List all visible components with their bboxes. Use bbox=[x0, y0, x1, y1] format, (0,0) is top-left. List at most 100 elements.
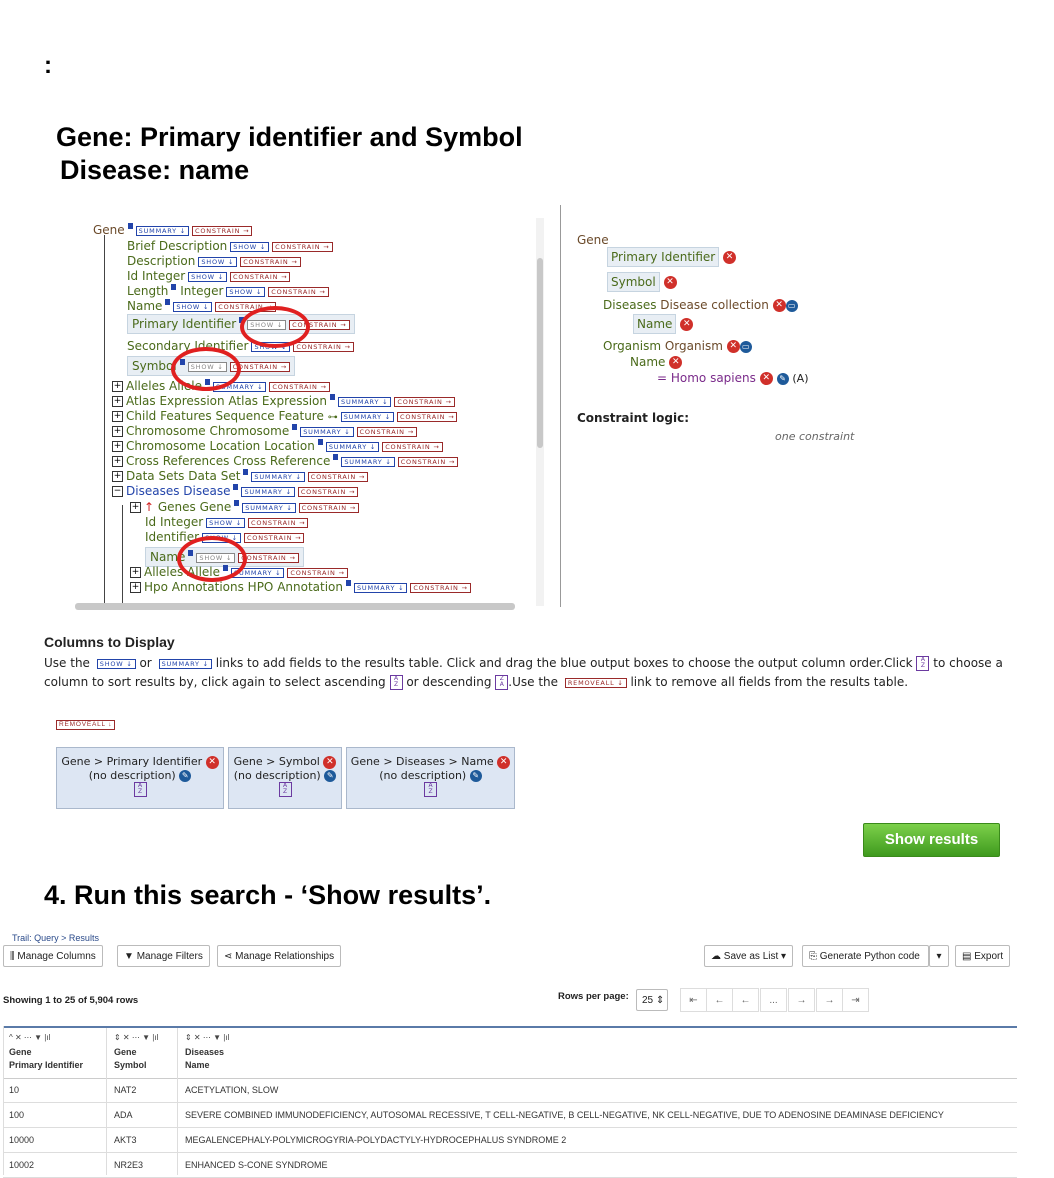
constrain-link[interactable]: CONSTRAIN → bbox=[230, 271, 291, 282]
info-icon[interactable] bbox=[171, 284, 177, 290]
output-column-box[interactable]: Gene > Diseases > Name ✕ (no description… bbox=[346, 747, 515, 809]
sort-icon[interactable]: AZ bbox=[424, 781, 437, 797]
tree-node-label[interactable]: Atlas Expression Atlas Expression bbox=[126, 394, 327, 408]
tree-node[interactable]: + Chromosome Chromosome SUMMARY ↓ CONSTRAIN… bbox=[112, 424, 417, 438]
info-icon[interactable] bbox=[292, 424, 298, 430]
info-icon[interactable] bbox=[165, 299, 171, 305]
tree-node-label[interactable]: Diseases bbox=[126, 484, 179, 498]
tree-node-label[interactable]: Cross References Cross Reference bbox=[126, 454, 330, 468]
collapse-icon[interactable]: − bbox=[112, 486, 123, 497]
table-cell[interactable]: 10002 bbox=[9, 1160, 34, 1170]
constrain-link[interactable]: CONSTRAIN → bbox=[243, 532, 305, 543]
summary-link[interactable]: SUMMARY ↓ bbox=[242, 502, 296, 513]
summary-link[interactable]: SUMMARY ↓ bbox=[251, 471, 305, 482]
remove-icon[interactable]: ✕ bbox=[680, 318, 694, 331]
summary-link[interactable]: SUMMARY ↓ bbox=[135, 225, 190, 236]
column-header-field[interactable]: Primary Identifier bbox=[9, 1060, 83, 1070]
tree-node[interactable]: + Data Sets Data Set SUMMARY ↓ CONSTRAIN → bbox=[112, 469, 369, 483]
table-cell[interactable]: NAT2 bbox=[114, 1085, 136, 1095]
show-link[interactable]: SHOW ↓ bbox=[173, 301, 213, 312]
tree-node-label[interactable]: Name bbox=[127, 299, 162, 313]
info-icon[interactable] bbox=[233, 484, 239, 490]
export-button[interactable]: ▤ Export bbox=[955, 945, 1011, 967]
edit-icon[interactable]: ✎ bbox=[776, 372, 789, 385]
tree-node[interactable]: + Child Features Sequence Feature ⊶ SUMMAR… bbox=[112, 409, 458, 425]
pagination-button[interactable]: → bbox=[816, 988, 843, 1012]
constrain-link[interactable]: CONSTRAIN → bbox=[307, 471, 369, 482]
table-cell[interactable]: 10 bbox=[9, 1085, 19, 1095]
info-icon[interactable] bbox=[243, 469, 249, 475]
query-symbol[interactable]: Symbol ✕ bbox=[607, 272, 677, 292]
sort-icon[interactable]: AZ bbox=[278, 781, 292, 797]
info-icon[interactable] bbox=[127, 223, 133, 229]
sort-icon[interactable]: AZ bbox=[133, 781, 147, 797]
output-column-box[interactable]: Gene > Symbol ✕ (no description) ✎ AZ bbox=[228, 747, 342, 809]
column-controls[interactable]: ⇕ ✕ ⋯ ▼ |ıl bbox=[185, 1033, 229, 1042]
pagination-button[interactable]: ← bbox=[706, 988, 733, 1012]
constrain-link[interactable]: CONSTRAIN → bbox=[394, 396, 455, 407]
switch-icon[interactable]: ▭ bbox=[739, 340, 752, 353]
expand-icon[interactable]: + bbox=[130, 567, 141, 578]
tree-node-label[interactable]: Id Integer bbox=[145, 515, 203, 529]
constrain-link[interactable]: CONSTRAIN → bbox=[248, 517, 309, 528]
constrain-link[interactable]: CONSTRAIN → bbox=[382, 441, 443, 452]
constrain-link[interactable]: CONSTRAIN → bbox=[272, 241, 333, 252]
summary-link[interactable]: SUMMARY ↓ bbox=[300, 426, 354, 437]
summary-link[interactable]: SUMMARY ↓ bbox=[354, 582, 408, 593]
remove-icon[interactable]: ✕ bbox=[497, 755, 511, 769]
constrain-link[interactable]: CONSTRAIN → bbox=[269, 381, 330, 392]
tree-node[interactable]: + ↑ Genes Gene SUMMARY ↓ CONSTRAIN → bbox=[130, 500, 360, 514]
constrain-link[interactable]: CONSTRAIN → bbox=[293, 341, 354, 352]
tree-node-label[interactable]: Primary Identifier bbox=[132, 317, 236, 331]
table-cell[interactable]: ADA bbox=[114, 1110, 133, 1120]
switch-icon[interactable]: ▭ bbox=[785, 299, 798, 312]
tree-node-label[interactable]: Id Integer bbox=[127, 269, 185, 283]
tree-node[interactable]: Id Integer SHOW ↓ CONSTRAIN → bbox=[145, 515, 309, 529]
info-icon[interactable] bbox=[330, 394, 336, 400]
tree-node-label[interactable]: Genes Gene bbox=[158, 500, 231, 514]
column-controls[interactable]: ^ ✕ ⋯ ▼ |ıl bbox=[9, 1033, 50, 1042]
summary-link[interactable]: SUMMARY ↓ bbox=[340, 411, 395, 422]
tree-node-label[interactable]: Length bbox=[127, 284, 168, 298]
generate-code-button[interactable]: ⎘ Generate Python code bbox=[802, 945, 929, 967]
info-icon[interactable] bbox=[234, 500, 240, 506]
constrain-link[interactable]: CONSTRAIN → bbox=[356, 426, 417, 437]
manage-filters-button[interactable]: ▼ Manage Filters bbox=[117, 945, 210, 967]
tree-node-label[interactable]: Symbol bbox=[132, 359, 177, 373]
show-link[interactable]: SHOW ↓ bbox=[198, 256, 238, 267]
rows-per-page-select[interactable]: 25 ⇕ bbox=[636, 989, 668, 1011]
pagination-button[interactable]: ← bbox=[732, 988, 759, 1012]
manage-columns-button[interactable]: ⫼ Manage Columns bbox=[3, 945, 103, 967]
query-primary-identifier-label[interactable]: Primary Identifier bbox=[607, 247, 720, 267]
show-link[interactable]: SHOW ↓ bbox=[226, 286, 266, 297]
tree-node-label[interactable]: Chromosome Chromosome bbox=[126, 424, 289, 438]
remove-icon[interactable]: ✕ bbox=[205, 755, 219, 769]
query-symbol-label[interactable]: Symbol bbox=[607, 272, 660, 292]
tree-node[interactable]: Brief Description SHOW ↓ CONSTRAIN → bbox=[127, 239, 333, 253]
save-as-list-button[interactable]: ☁ Save as List ▾ bbox=[704, 945, 794, 967]
tree-node-label[interactable]: Chromosome Location Location bbox=[126, 439, 315, 453]
info-icon[interactable] bbox=[346, 580, 351, 586]
constrain-link[interactable]: CONSTRAIN → bbox=[298, 502, 360, 513]
constrain-link[interactable]: CONSTRAIN → bbox=[397, 456, 459, 467]
tree-node[interactable]: + Hpo Annotations HPO Annotation SUMMARY ↓… bbox=[130, 580, 471, 594]
table-cell[interactable]: 10000 bbox=[9, 1135, 34, 1145]
pagination-button[interactable]: → bbox=[788, 988, 815, 1012]
constrain-link[interactable]: CONSTRAIN → bbox=[410, 582, 471, 593]
tree-node-label[interactable]: Brief Description bbox=[127, 239, 227, 253]
expand-icon[interactable]: + bbox=[112, 426, 123, 437]
removeall-link[interactable]: REMOVEALL ↓ bbox=[56, 719, 116, 730]
show-link[interactable]: SHOW ↓ bbox=[206, 517, 246, 528]
manage-relationships-button[interactable]: ⋖ Manage Relationships bbox=[217, 945, 342, 967]
tree-node[interactable]: Length Integer SHOW ↓ CONSTRAIN → bbox=[127, 284, 329, 298]
show-results-button[interactable]: Show results bbox=[863, 823, 1000, 857]
table-cell[interactable]: ENHANCED S-CONE SYNDROME bbox=[185, 1160, 328, 1170]
query-disease-name-label[interactable]: Name bbox=[633, 314, 677, 334]
pagination-button[interactable]: ⇤ bbox=[680, 988, 707, 1012]
tree-node[interactable]: − Diseases Disease SUMMARY ↓ CONSTRAIN → bbox=[112, 484, 359, 498]
constrain-link[interactable]: CONSTRAIN → bbox=[240, 256, 301, 267]
edit-icon[interactable]: ✎ bbox=[324, 769, 337, 782]
tree-node[interactable]: Secondary Identifier SHOW ↓ CONSTRAIN → bbox=[127, 339, 354, 353]
expand-icon[interactable]: + bbox=[130, 502, 141, 513]
show-link[interactable]: SHOW ↓ bbox=[188, 271, 228, 282]
